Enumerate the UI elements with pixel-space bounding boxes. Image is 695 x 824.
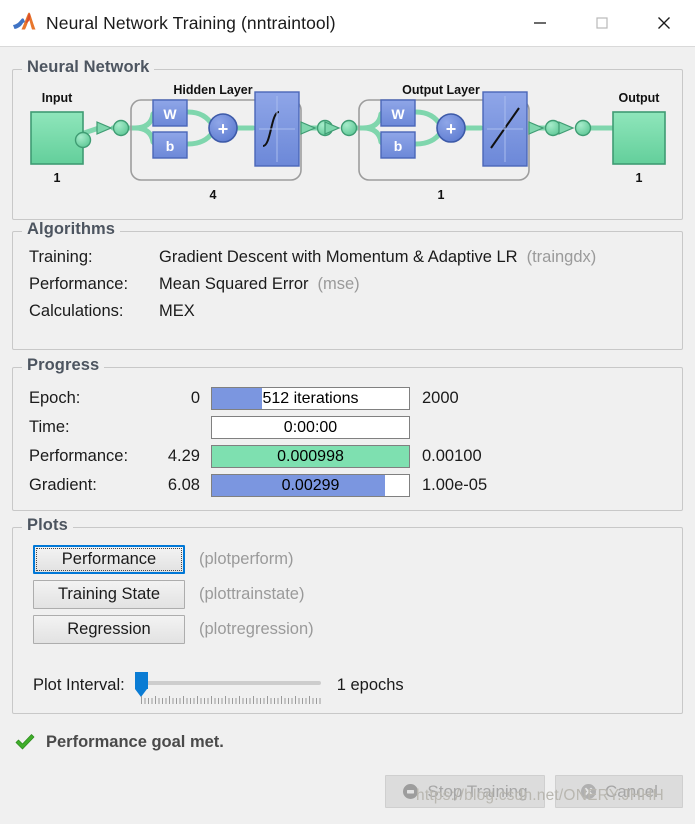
performance-value: Mean Squared Error (159, 275, 309, 293)
svg-text:W: W (163, 106, 177, 122)
algorithm-row-training: Training: Gradient Descent with Momentum… (29, 248, 596, 275)
close-button[interactable] (633, 0, 695, 46)
training-label: Training: (29, 248, 93, 266)
plot-training-state-button[interactable]: Training State (33, 580, 185, 609)
plot-row-performance: Performance (plotperform) (33, 542, 314, 577)
epoch-bar-text: 512 iterations (262, 389, 359, 407)
perf-bar-text: 0.000998 (277, 447, 344, 465)
output-size: 1 (636, 171, 643, 185)
plot-row-regression: Regression (plotregression) (33, 612, 314, 647)
perf-label: Performance: (29, 447, 129, 465)
algorithms-legend: Algorithms (22, 220, 121, 239)
algorithm-row-performance: Performance: Mean Squared Error (mse) (29, 275, 596, 302)
epoch-max: 2000 (422, 389, 459, 407)
perf-goal: 0.00100 (422, 447, 482, 465)
calculations-label: Calculations: (29, 302, 124, 320)
performance-label: Performance: (29, 275, 129, 293)
hidden-layer-label: Hidden Layer (173, 83, 252, 97)
action-buttons: Stop Training Cancel (385, 775, 683, 808)
neural-network-panel: Neural Network Input 1 Hidden Layer W b … (12, 58, 683, 220)
gradient-label: Gradient: (29, 476, 97, 494)
slider-track[interactable] (140, 681, 321, 685)
plot-performance-function: (plotperform) (199, 550, 294, 568)
progress-row-gradient: Gradient: 6.08 0.00299 1.00e-05 (29, 471, 669, 500)
training-function: (traingdx) (526, 248, 597, 266)
plot-interval-label: Plot Interval: (33, 675, 125, 694)
matlab-membrane-icon (13, 12, 36, 30)
svg-text:W: W (391, 106, 405, 122)
progress-row-time: Time: 0:00:00 (29, 413, 669, 442)
plots-legend: Plots (22, 516, 73, 535)
plot-row-training-state: Training State (plottrainstate) (33, 577, 314, 612)
slider-tick-marks (140, 696, 321, 704)
performance-progress-bar: 0.000998 (211, 445, 410, 468)
progress-panel: Progress Epoch: 0 512 iterations 2000 Ti… (12, 356, 683, 511)
gradient-progress-bar: 0.00299 (211, 474, 410, 497)
stop-training-label: Stop Training (427, 781, 528, 801)
cancel-label: Cancel (605, 781, 658, 801)
plot-training-state-function: (plottrainstate) (199, 585, 305, 603)
gradient-start: 6.08 (167, 476, 200, 494)
algorithm-row-calculations: Calculations: MEX (29, 302, 596, 329)
hidden-layer-size: 4 (210, 188, 217, 202)
progress-row-epoch: Epoch: 0 512 iterations 2000 (29, 384, 669, 413)
maximize-button[interactable] (571, 0, 633, 46)
progress-row-performance: Performance: 4.29 0.000998 0.00100 (29, 442, 669, 471)
network-architecture-diagram: Input 1 Hidden Layer W b + 4 Output Laye… (30, 83, 666, 202)
plot-regression-label: Regression (67, 620, 151, 638)
time-bar-text: 0:00:00 (283, 418, 338, 436)
input-size: 1 (54, 171, 61, 185)
status-row: Performance goal met. (14, 731, 224, 753)
output-layer-size: 1 (438, 188, 445, 202)
stop-training-button[interactable]: Stop Training (385, 775, 545, 808)
plot-interval-slider[interactable] (133, 668, 321, 704)
algorithms-list: Training: Gradient Descent with Momentum… (29, 248, 596, 329)
neural-network-legend: Neural Network (22, 58, 155, 77)
plot-performance-label: Performance (61, 550, 157, 568)
stop-icon (403, 784, 419, 799)
training-value: Gradient Descent with Momentum & Adaptiv… (159, 248, 518, 266)
epoch-label: Epoch: (29, 389, 81, 407)
progress-list: Epoch: 0 512 iterations 2000 Time: 0:00:… (29, 384, 669, 500)
epoch-start: 0 (190, 389, 200, 407)
perf-start: 4.29 (167, 447, 200, 465)
plot-training-state-label: Training State (57, 585, 161, 603)
svg-text:b: b (394, 138, 403, 154)
window-controls (509, 0, 695, 46)
svg-text:+: + (218, 119, 229, 139)
cancel-button[interactable]: Cancel (555, 775, 683, 808)
algorithms-panel: Algorithms Training: Gradient Descent wi… (12, 220, 683, 350)
plot-interval-value: 1 epochs (336, 675, 404, 694)
output-layer-label: Output Layer (402, 83, 480, 97)
input-label: Input (42, 91, 73, 105)
time-label: Time: (29, 418, 70, 436)
plot-regression-function: (plotregression) (199, 620, 314, 638)
gradient-goal: 1.00e-05 (422, 476, 488, 494)
slider-thumb[interactable] (134, 672, 148, 697)
output-label: Output (619, 91, 661, 105)
time-progress-bar: 0:00:00 (211, 416, 410, 439)
performance-function: (mse) (317, 275, 360, 293)
cancel-icon (581, 784, 597, 799)
window-title: Neural Network Training (nntraintool) (46, 12, 336, 33)
calculations-value: MEX (159, 302, 195, 320)
title-bar: Neural Network Training (nntraintool) (0, 0, 695, 46)
plot-buttons-list: Performance (plotperform) Training State… (33, 542, 314, 647)
epoch-progress-bar: 512 iterations (211, 387, 410, 410)
progress-legend: Progress (22, 356, 105, 375)
plot-performance-button[interactable]: Performance (33, 545, 185, 574)
plot-interval-row: Plot Interval: 1 epochs (33, 668, 663, 704)
plots-panel: Plots Performance (plotperform) Training… (12, 516, 683, 714)
green-check-icon (15, 734, 35, 750)
svg-text:+: + (446, 119, 457, 139)
minimize-button[interactable] (509, 0, 571, 46)
plot-regression-button[interactable]: Regression (33, 615, 185, 644)
gradient-bar-text: 0.00299 (281, 476, 340, 494)
dialog-body: Neural Network Input 1 Hidden Layer W b … (0, 46, 695, 824)
svg-text:b: b (166, 138, 175, 154)
status-message: Performance goal met. (46, 732, 224, 751)
